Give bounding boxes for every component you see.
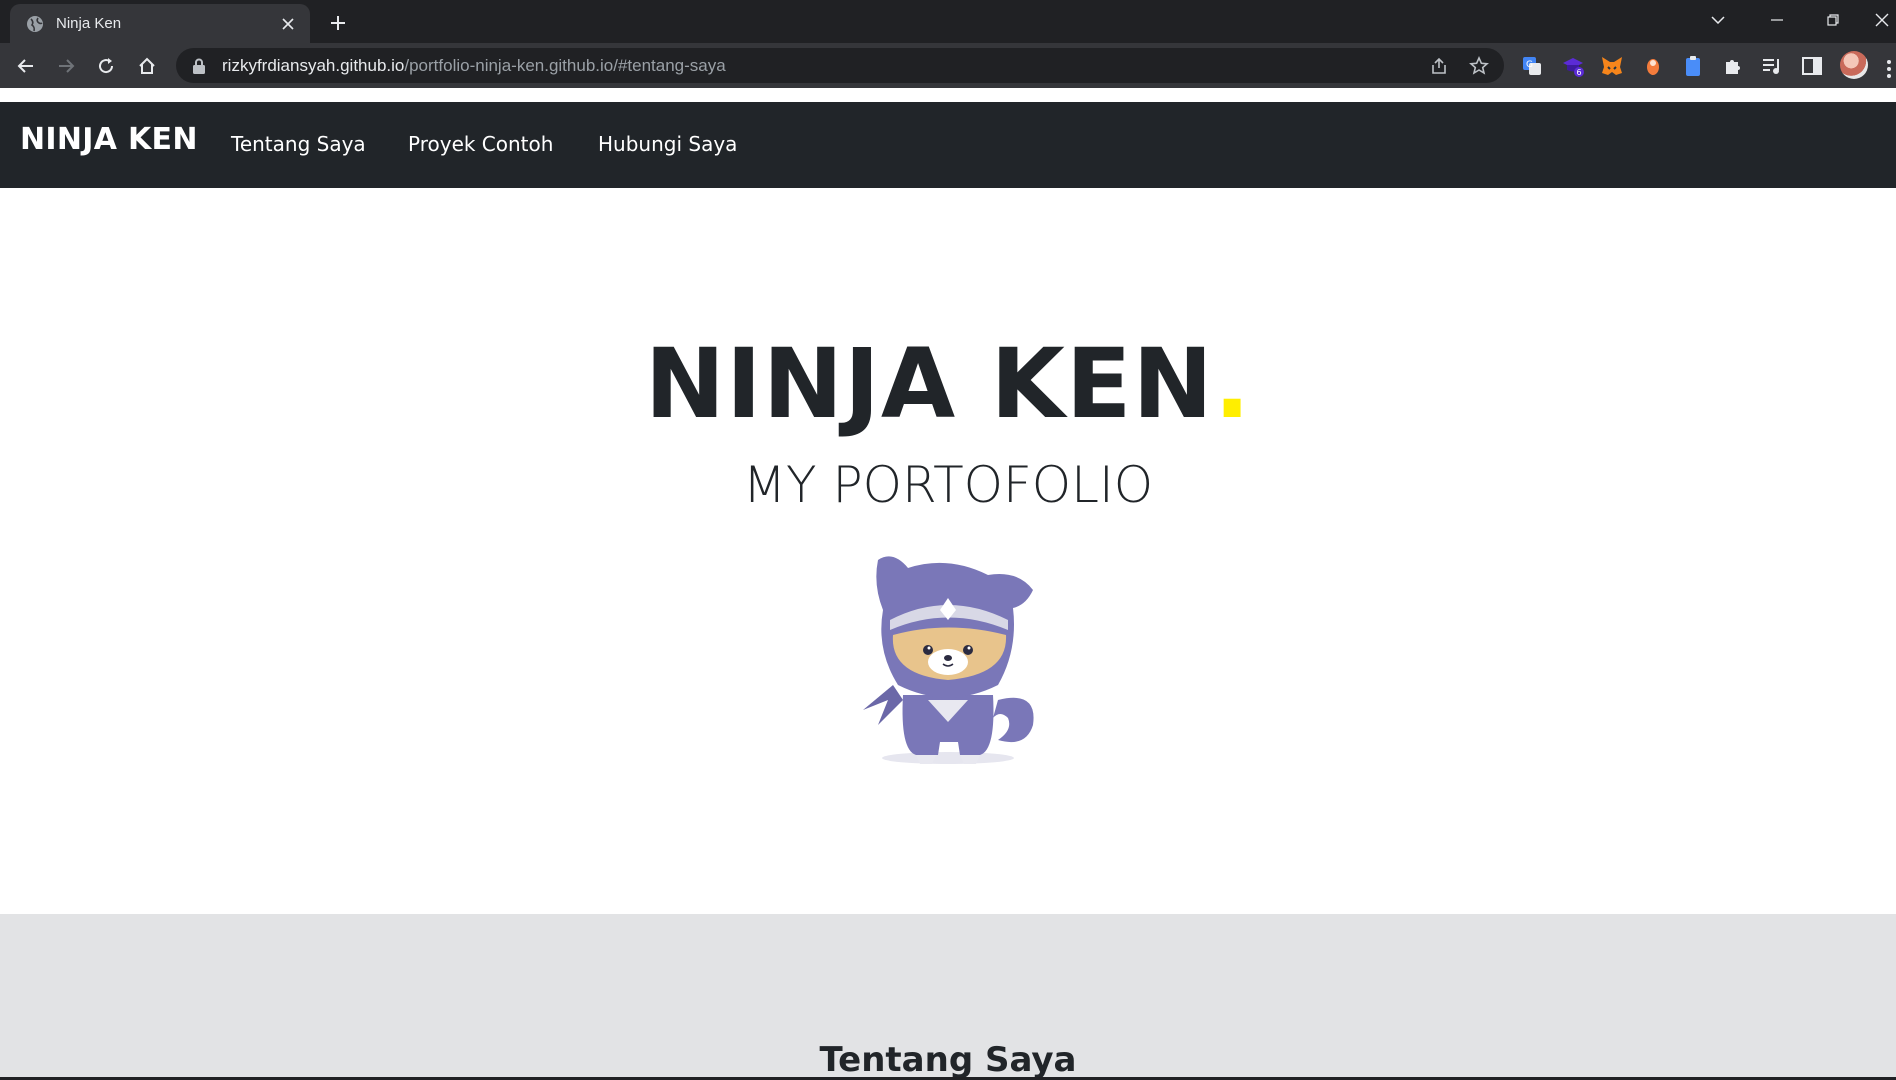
forward-icon[interactable] [50, 50, 82, 82]
svg-text:G: G [1526, 60, 1533, 70]
nav-link-tentang-saya[interactable]: Tentang Saya [231, 132, 366, 156]
hero-title: NINJA KEN. [0, 328, 1896, 440]
close-window-icon[interactable] [1866, 6, 1896, 34]
hero-section: NINJA KEN. MY PORTOFOLIO [0, 188, 1896, 914]
hero-subtitle: MY PORTOFOLIO [742, 456, 1154, 514]
about-heading: Tentang Saya [819, 1040, 1077, 1080]
site-navbar: NINJA KEN Tentang Saya Proyek Contoh Hub… [0, 102, 1896, 188]
url-host: rizkyfrdiansyah.github.io [222, 55, 405, 75]
close-tab-icon[interactable] [276, 12, 300, 36]
side-panel-icon[interactable] [1799, 53, 1825, 79]
graduation-extension-icon[interactable]: 6 [1560, 53, 1586, 79]
lock-icon[interactable] [192, 58, 208, 74]
ninja-ken-mascot-image [863, 556, 1034, 764]
media-control-icon[interactable] [1759, 53, 1785, 79]
share-icon[interactable] [1428, 55, 1450, 77]
egg-extension-icon[interactable] [1640, 53, 1666, 79]
reload-icon[interactable] [90, 50, 122, 82]
clipboard-extension-icon[interactable] [1680, 53, 1706, 79]
tab-search-icon[interactable] [1702, 6, 1734, 34]
page-top-spacer [0, 88, 1896, 102]
home-icon[interactable] [131, 50, 163, 82]
browser-tab[interactable]: Ninja Ken [10, 4, 310, 43]
hero-title-dot: . [1213, 328, 1252, 440]
metamask-extension-icon[interactable] [1599, 53, 1625, 79]
browser-toolbar: rizkyfrdiansyah.github.io/portfolio-ninj… [0, 43, 1896, 88]
address-bar[interactable]: rizkyfrdiansyah.github.io/portfolio-ninj… [176, 48, 1504, 83]
extensions-puzzle-icon[interactable] [1720, 53, 1746, 79]
minimize-icon[interactable] [1761, 6, 1793, 34]
hero-title-text: NINJA KEN [644, 328, 1214, 440]
url-path: /portfolio-ninja-ken.github.io/#tentang-… [404, 55, 726, 75]
about-section: Tentang Saya [0, 914, 1896, 1080]
back-icon[interactable] [10, 50, 42, 82]
translate-extension-icon[interactable]: G [1519, 53, 1545, 79]
navbar-brand[interactable]: NINJA KEN [20, 122, 198, 157]
extension-badge: 6 [1577, 68, 1582, 77]
new-tab-button[interactable] [324, 9, 352, 37]
browser-tabstrip: Ninja Ken [0, 0, 1896, 43]
restore-icon[interactable] [1817, 6, 1849, 34]
url-text[interactable]: rizkyfrdiansyah.github.io/portfolio-ninj… [222, 56, 726, 76]
browser-menu-icon[interactable] [1882, 56, 1896, 82]
nav-link-hubungi-saya[interactable]: Hubungi Saya [598, 132, 737, 156]
nav-link-proyek-contoh[interactable]: Proyek Contoh [408, 132, 553, 156]
globe-icon [26, 15, 44, 33]
bookmark-star-icon[interactable] [1468, 55, 1490, 77]
profile-avatar[interactable] [1840, 51, 1868, 79]
tab-title: Ninja Ken [56, 15, 122, 32]
